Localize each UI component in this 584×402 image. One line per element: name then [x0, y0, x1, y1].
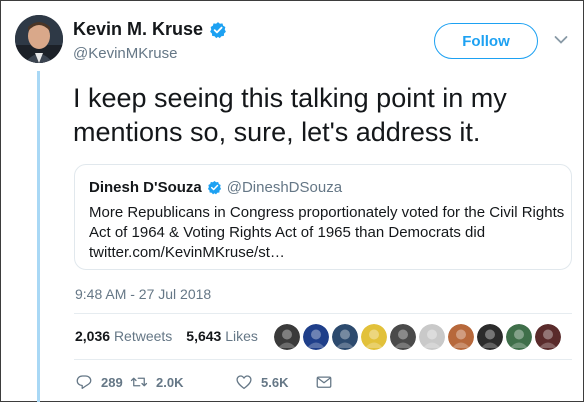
- quoted-author-name: Dinesh D'Souza: [89, 179, 202, 196]
- reply-count: 289: [101, 374, 123, 390]
- liker-avatar-1[interactable]: [274, 324, 300, 350]
- envelope-icon: [316, 376, 332, 388]
- chevron-down-icon[interactable]: [554, 35, 568, 45]
- liker-avatar-7[interactable]: [448, 324, 474, 350]
- tweet-actions: 289 2.0K 5.6K: [75, 373, 332, 391]
- retweet-icon: [130, 377, 148, 387]
- like-count: 5.6K: [261, 374, 289, 390]
- quoted-tweet-body: More Republicans in Congress proportiona…: [89, 204, 565, 241]
- retweets-stat[interactable]: 2,036 Retweets: [75, 328, 172, 344]
- quoted-tweet-header: Dinesh D'Souza @DineshDSouza: [89, 179, 342, 196]
- author-avatar[interactable]: [15, 15, 63, 63]
- tweet-timestamp[interactable]: 9:48 AM - 27 Jul 2018: [75, 286, 211, 302]
- likes-stat-count: 5,643: [186, 328, 222, 344]
- likes-stat[interactable]: 5,643 Likes: [186, 328, 258, 344]
- liker-avatar-6[interactable]: [419, 324, 445, 350]
- engagement-stats: 2,036 Retweets 5,643 Likes: [75, 328, 258, 344]
- heart-icon: [236, 375, 252, 390]
- thread-line: [37, 71, 40, 402]
- liker-avatar-4[interactable]: [361, 324, 387, 350]
- retweets-stat-count: 2,036: [75, 328, 111, 344]
- quoted-tweet-link[interactable]: twitter.com/KevinMKruse/st…: [89, 243, 567, 263]
- liker-avatar-9[interactable]: [506, 324, 532, 350]
- liker-avatar-2[interactable]: [303, 324, 329, 350]
- reply-button[interactable]: 289: [75, 373, 135, 391]
- quoted-author-handle: @DineshDSouza: [226, 179, 343, 196]
- divider: [74, 359, 572, 360]
- author-handle[interactable]: @KevinMKruse: [73, 45, 177, 62]
- liker-avatar-8[interactable]: [477, 324, 503, 350]
- liker-avatar-10[interactable]: [535, 324, 561, 350]
- direct-message-button[interactable]: [315, 373, 333, 391]
- liker-avatar-5[interactable]: [390, 324, 416, 350]
- retweets-stat-label: Retweets: [113, 328, 173, 344]
- author-name-row[interactable]: Kevin M. Kruse: [73, 19, 227, 40]
- verified-badge-icon: [207, 180, 222, 195]
- tweet-card: Kevin M. Kruse @KevinMKruse Follow I kee…: [0, 0, 584, 402]
- retweet-count: 2.0K: [156, 374, 184, 390]
- tweet-text: I keep seeing this talking point in my m…: [73, 83, 507, 147]
- liker-avatar-3[interactable]: [332, 324, 358, 350]
- likes-stat-label: Likes: [225, 328, 258, 344]
- verified-badge-icon: [209, 21, 227, 39]
- retweet-button[interactable]: 2.0K: [130, 373, 183, 391]
- follow-button[interactable]: Follow: [434, 23, 538, 59]
- reply-icon: [76, 375, 92, 390]
- quoted-tweet[interactable]: Dinesh D'Souza @DineshDSouza More Republ…: [74, 164, 572, 270]
- likers-avatar-row[interactable]: [274, 324, 561, 350]
- divider: [74, 313, 572, 314]
- like-button[interactable]: 5.6K: [235, 373, 288, 391]
- author-name[interactable]: Kevin M. Kruse: [73, 19, 203, 40]
- quoted-tweet-text: More Republicans in Congress proportiona…: [89, 203, 567, 263]
